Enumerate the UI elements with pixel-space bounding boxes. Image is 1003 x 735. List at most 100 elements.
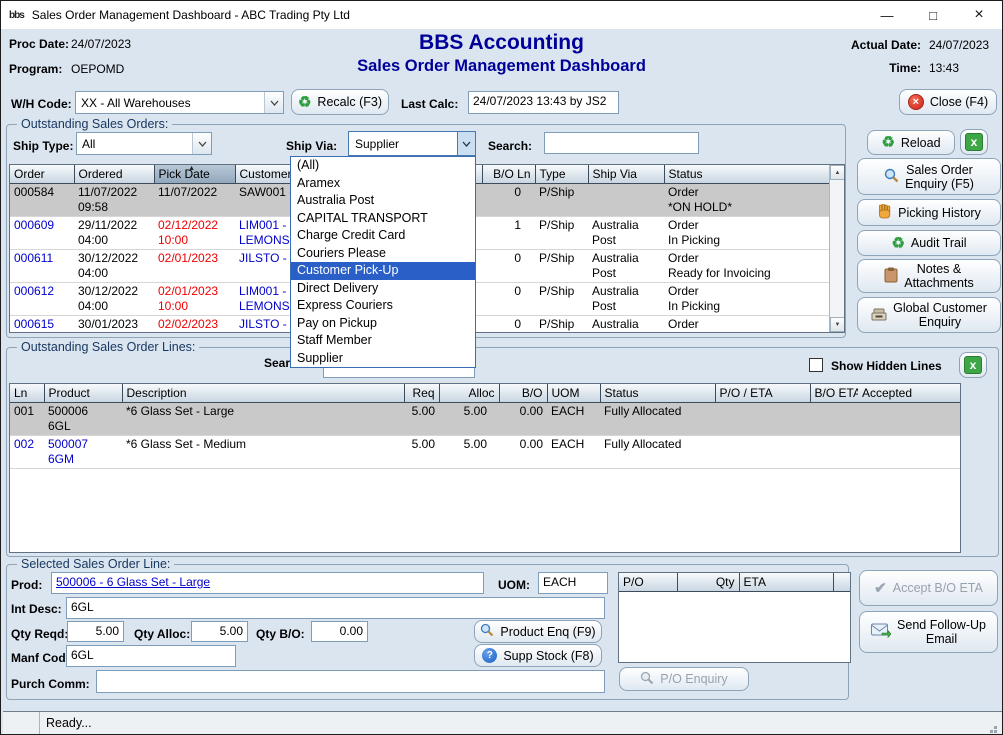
ship-via-option[interactable]: Staff Member [291, 332, 475, 350]
reload-label: Reload [901, 136, 941, 150]
recycle-icon: ♻ [298, 95, 311, 110]
ship-via-option[interactable]: Aramex [291, 175, 475, 193]
chevron-down-icon [192, 133, 211, 154]
line-row[interactable]: 002 5000076GM *6 Glass Set - Medium 5.00… [10, 435, 960, 468]
recalc-button[interactable]: ♻ Recalc (F3) [291, 89, 389, 115]
qty-bo-label: Qty B/O: [256, 627, 305, 641]
picking-history-label: Picking History [898, 206, 981, 220]
lines-export-excel-button[interactable]: x [959, 352, 987, 378]
col-product[interactable]: Product [44, 384, 122, 402]
ship-via-option[interactable]: (All) [291, 157, 475, 175]
col-status[interactable]: Status [600, 384, 715, 402]
show-hidden-lines-checkbox[interactable] [809, 358, 823, 372]
int-desc-value[interactable]: 6GL [66, 597, 605, 619]
minimize-button[interactable]: — [864, 1, 910, 29]
email-icon [871, 623, 891, 642]
global-enquiry-label-1: Global Customer [893, 301, 987, 315]
col-ordered[interactable]: Ordered [74, 165, 154, 183]
ship-via-option[interactable]: Charge Credit Card [291, 227, 475, 245]
orders-scrollbar[interactable]: ▲ ▼ [829, 165, 844, 332]
cash-register-icon [871, 307, 887, 324]
picking-history-button[interactable]: Picking History [857, 199, 1001, 226]
ship-via-option[interactable]: Couriers Please [291, 245, 475, 263]
send-followup-label-1: Send Follow-Up [897, 618, 986, 632]
window-title: Sales Order Management Dashboard - ABC T… [32, 8, 350, 22]
reload-button[interactable]: ♻ Reload [867, 130, 955, 155]
col-ln[interactable]: Ln [10, 384, 44, 402]
orders-search-input[interactable] [544, 132, 699, 154]
ship-via-option[interactable]: CAPITAL TRANSPORT [291, 210, 475, 228]
send-followup-email-button[interactable]: Send Follow-UpEmail [859, 611, 998, 653]
scroll-up-icon[interactable]: ▲ [830, 165, 845, 180]
recalc-label: Recalc (F3) [317, 95, 382, 109]
ship-via-combo[interactable]: Supplier [348, 131, 476, 156]
lines-table: Ln Product Description Req Alloc B/O UOM… [9, 383, 961, 553]
line-row[interactable]: 001 5000066GL *6 Glass Set - Large 5.00 … [10, 402, 960, 435]
col-alloc[interactable]: Alloc [439, 384, 499, 402]
col-po-eta[interactable]: ETA [739, 573, 833, 591]
po-header-row: P/O Qty ETA [619, 573, 850, 591]
col-order[interactable]: Order [10, 165, 74, 183]
notes-attachments-button[interactable]: Notes &Attachments [857, 259, 1001, 293]
po-enquiry-button[interactable]: P/O Enquiry [619, 667, 749, 691]
app-logo-icon: bbs [9, 10, 24, 21]
qty-reqd-label: Qty Reqd: [11, 627, 68, 641]
col-ship-via[interactable]: Ship Via [588, 165, 664, 183]
scroll-down-icon[interactable]: ▼ [830, 317, 845, 332]
uom-value: EACH [538, 572, 608, 594]
wh-code-select[interactable]: XX - All Warehouses [75, 91, 284, 114]
excel-icon: x [965, 133, 983, 151]
maximize-button[interactable]: □ [910, 1, 956, 29]
ship-via-option[interactable]: Australia Post [291, 192, 475, 210]
global-customer-enquiry-button[interactable]: Global CustomerEnquiry [857, 297, 1001, 333]
col-type[interactable]: Type [535, 165, 588, 183]
col-po-eta[interactable]: P/O / ETA [715, 384, 810, 402]
audit-trail-button[interactable]: ♻ Audit Trail [857, 230, 1001, 256]
question-icon: ? [482, 648, 497, 663]
ship-via-option-highlighted[interactable]: Customer Pick-Up [291, 262, 475, 280]
supp-stock-button[interactable]: ? Supp Stock (F8) [474, 644, 602, 667]
qty-alloc-value[interactable]: 5.00 [191, 621, 248, 642]
ship-via-option[interactable]: Express Couriers [291, 297, 475, 315]
show-hidden-lines-label: Show Hidden Lines [831, 359, 942, 373]
product-enq-button[interactable]: Product Enq (F9) [474, 620, 602, 643]
last-calc-label: Last Calc: [401, 97, 458, 111]
col-description[interactable]: Description [122, 384, 404, 402]
chevron-down-icon[interactable] [457, 132, 475, 155]
ship-via-option[interactable]: Supplier [291, 350, 475, 368]
ship-via-option[interactable]: Pay on Pickup [291, 315, 475, 333]
orders-export-excel-button[interactable]: x [960, 129, 988, 155]
col-bo-eta[interactable]: B/O ETA [810, 384, 858, 402]
col-pick-date[interactable]: ▲Pick Date [154, 165, 235, 183]
qty-reqd-value[interactable]: 5.00 [67, 621, 124, 642]
col-uom[interactable]: UOM [547, 384, 600, 402]
uom-label: UOM: [498, 578, 530, 592]
qty-bo-value[interactable]: 0.00 [311, 621, 368, 642]
col-status[interactable]: Status [664, 165, 830, 183]
col-req[interactable]: Req [404, 384, 439, 402]
lines-header-row: Ln Product Description Req Alloc B/O UOM… [10, 384, 960, 402]
purch-comm-value[interactable] [96, 670, 605, 693]
int-desc-label: Int Desc: [11, 602, 62, 616]
close-window-button[interactable]: × [956, 1, 1002, 29]
accept-bo-eta-button[interactable]: ✔ Accept B/O ETA [859, 570, 998, 606]
col-bo[interactable]: B/O [499, 384, 547, 402]
status-bar: Ready... [3, 711, 1002, 734]
sales-order-enquiry-label-1: Sales Order [906, 163, 973, 177]
col-accepted[interactable]: Accepted [858, 384, 960, 402]
col-po-qty[interactable]: Qty [677, 573, 739, 591]
send-followup-label-2: Email [926, 632, 957, 646]
orders-search-label: Search: [488, 139, 532, 153]
manf-code-value[interactable]: 6GL [66, 645, 236, 667]
magnifier-icon [480, 623, 494, 640]
ship-via-option[interactable]: Direct Delivery [291, 280, 475, 298]
sales-order-enquiry-button[interactable]: Sales OrderEnquiry (F5) [857, 158, 1001, 195]
prod-link[interactable]: 500006 - 6 Glass Set - Large [56, 575, 210, 589]
col-bo-ln[interactable]: B/O Ln [482, 165, 535, 183]
close-button[interactable]: × Close (F4) [899, 89, 997, 115]
ship-type-select[interactable]: All [76, 132, 212, 155]
col-po[interactable]: P/O [619, 573, 677, 591]
actual-date-value: 24/07/2023 [929, 38, 989, 52]
resize-grip[interactable] [994, 726, 997, 729]
status-text: Ready... [40, 716, 92, 730]
